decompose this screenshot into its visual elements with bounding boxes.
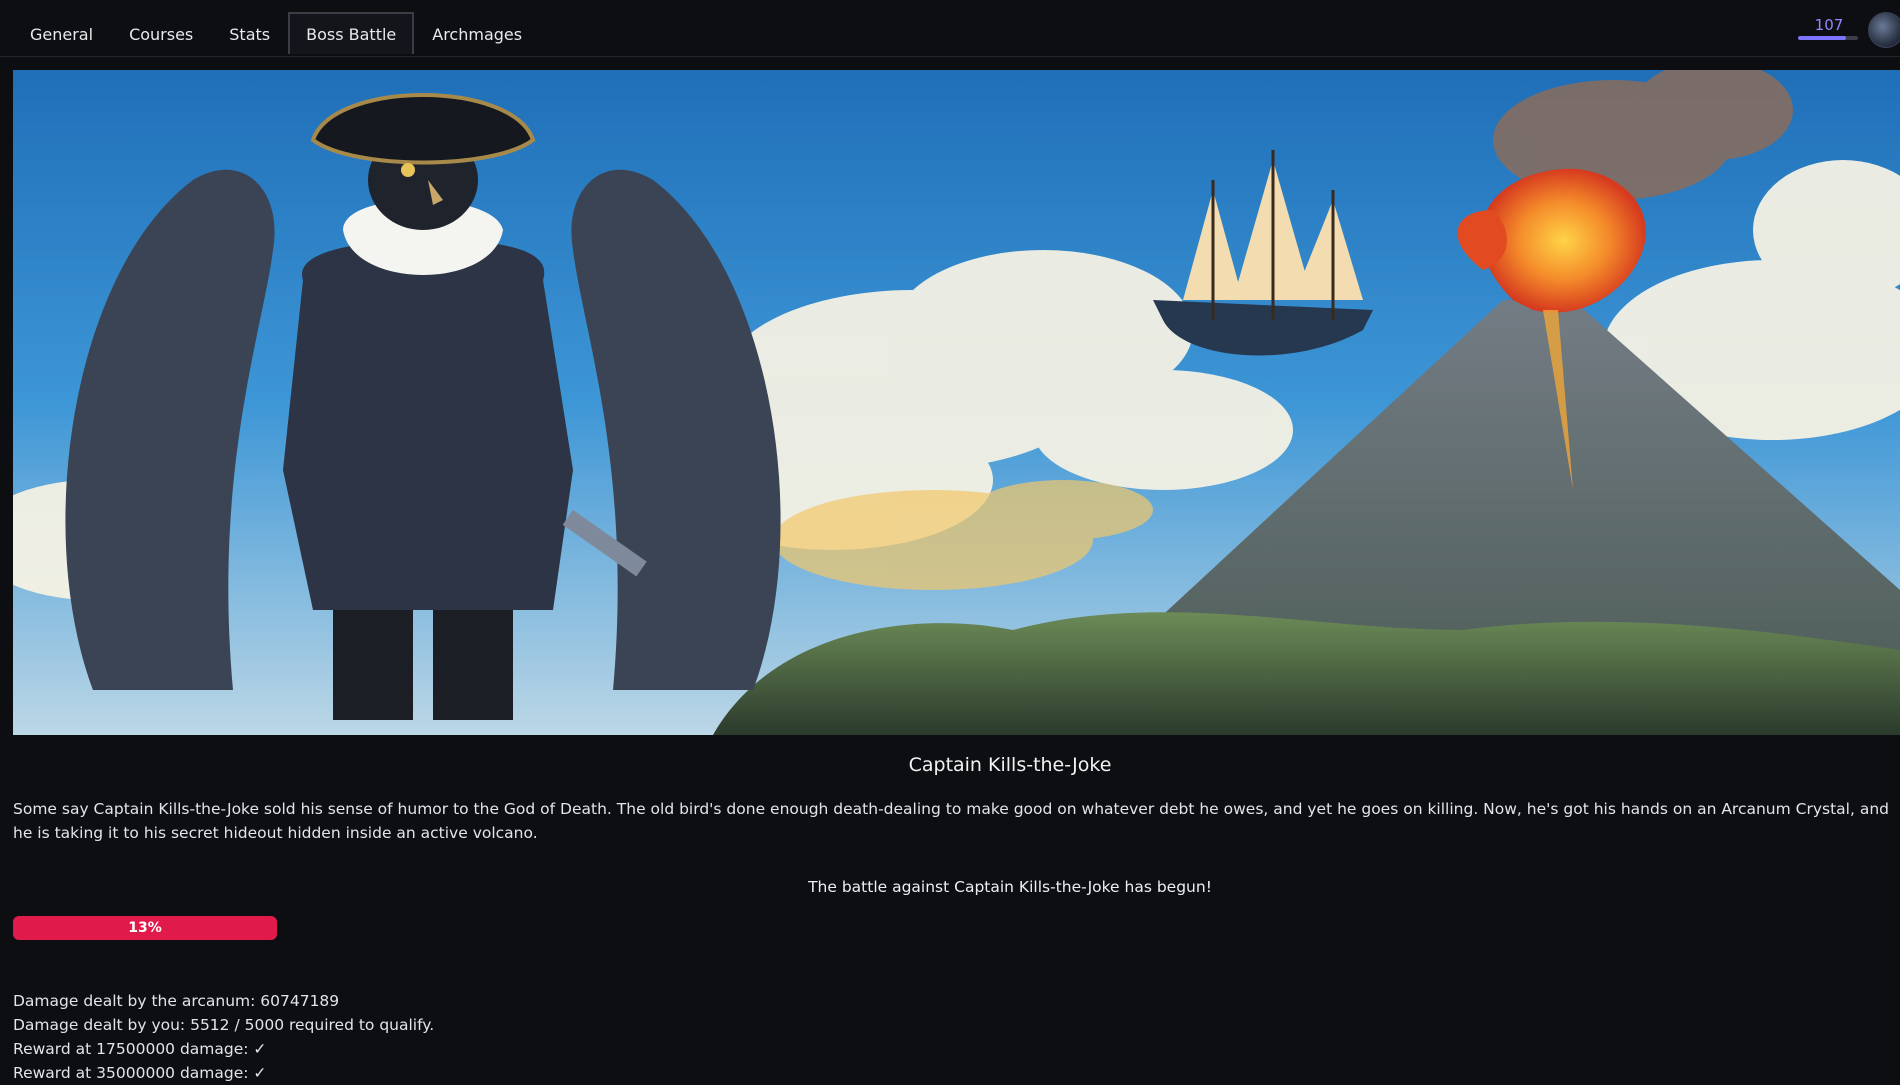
tab-courses[interactable]: Courses xyxy=(111,12,211,54)
reward-line-2: Reward at 35000000 damage: ✓ xyxy=(13,1064,267,1082)
tab-general[interactable]: General xyxy=(12,12,111,54)
nav-tabs: General Courses Stats Boss Battle Archma… xyxy=(12,12,540,54)
tab-boss-battle[interactable]: Boss Battle xyxy=(288,12,415,54)
level-progress-bar xyxy=(1798,36,1858,40)
level-indicator: 107 xyxy=(1798,16,1860,40)
top-navigation-bar: General Courses Stats Boss Battle Archma… xyxy=(0,0,1900,57)
boss-name: Captain Kills-the-Joke xyxy=(908,754,1112,776)
damage-stats: Damage dealt by the arcanum: 60747189 Da… xyxy=(13,989,434,1085)
boss-progress-label: 13% xyxy=(128,920,162,936)
level-progress-fill xyxy=(1798,36,1846,40)
level-number: 107 xyxy=(1814,16,1844,34)
arcanum-damage-line: Damage dealt by the arcanum: 60747189 xyxy=(13,992,340,1010)
reward-line-1: Reward at 17500000 damage: ✓ xyxy=(13,1040,267,1058)
boss-banner-image xyxy=(13,70,1900,735)
boss-description: Some say Captain Kills-the-Joke sold his… xyxy=(13,800,1889,842)
tab-archmages[interactable]: Archmages xyxy=(414,12,540,54)
tab-stats[interactable]: Stats xyxy=(211,12,288,54)
boss-progress-bar: 13% xyxy=(13,916,277,940)
your-damage-line: Damage dealt by you: 5512 / 5000 require… xyxy=(13,1016,435,1034)
user-avatar-icon[interactable] xyxy=(1868,12,1900,48)
battle-status-text: The battle against Captain Kills-the-Jok… xyxy=(808,878,1212,896)
